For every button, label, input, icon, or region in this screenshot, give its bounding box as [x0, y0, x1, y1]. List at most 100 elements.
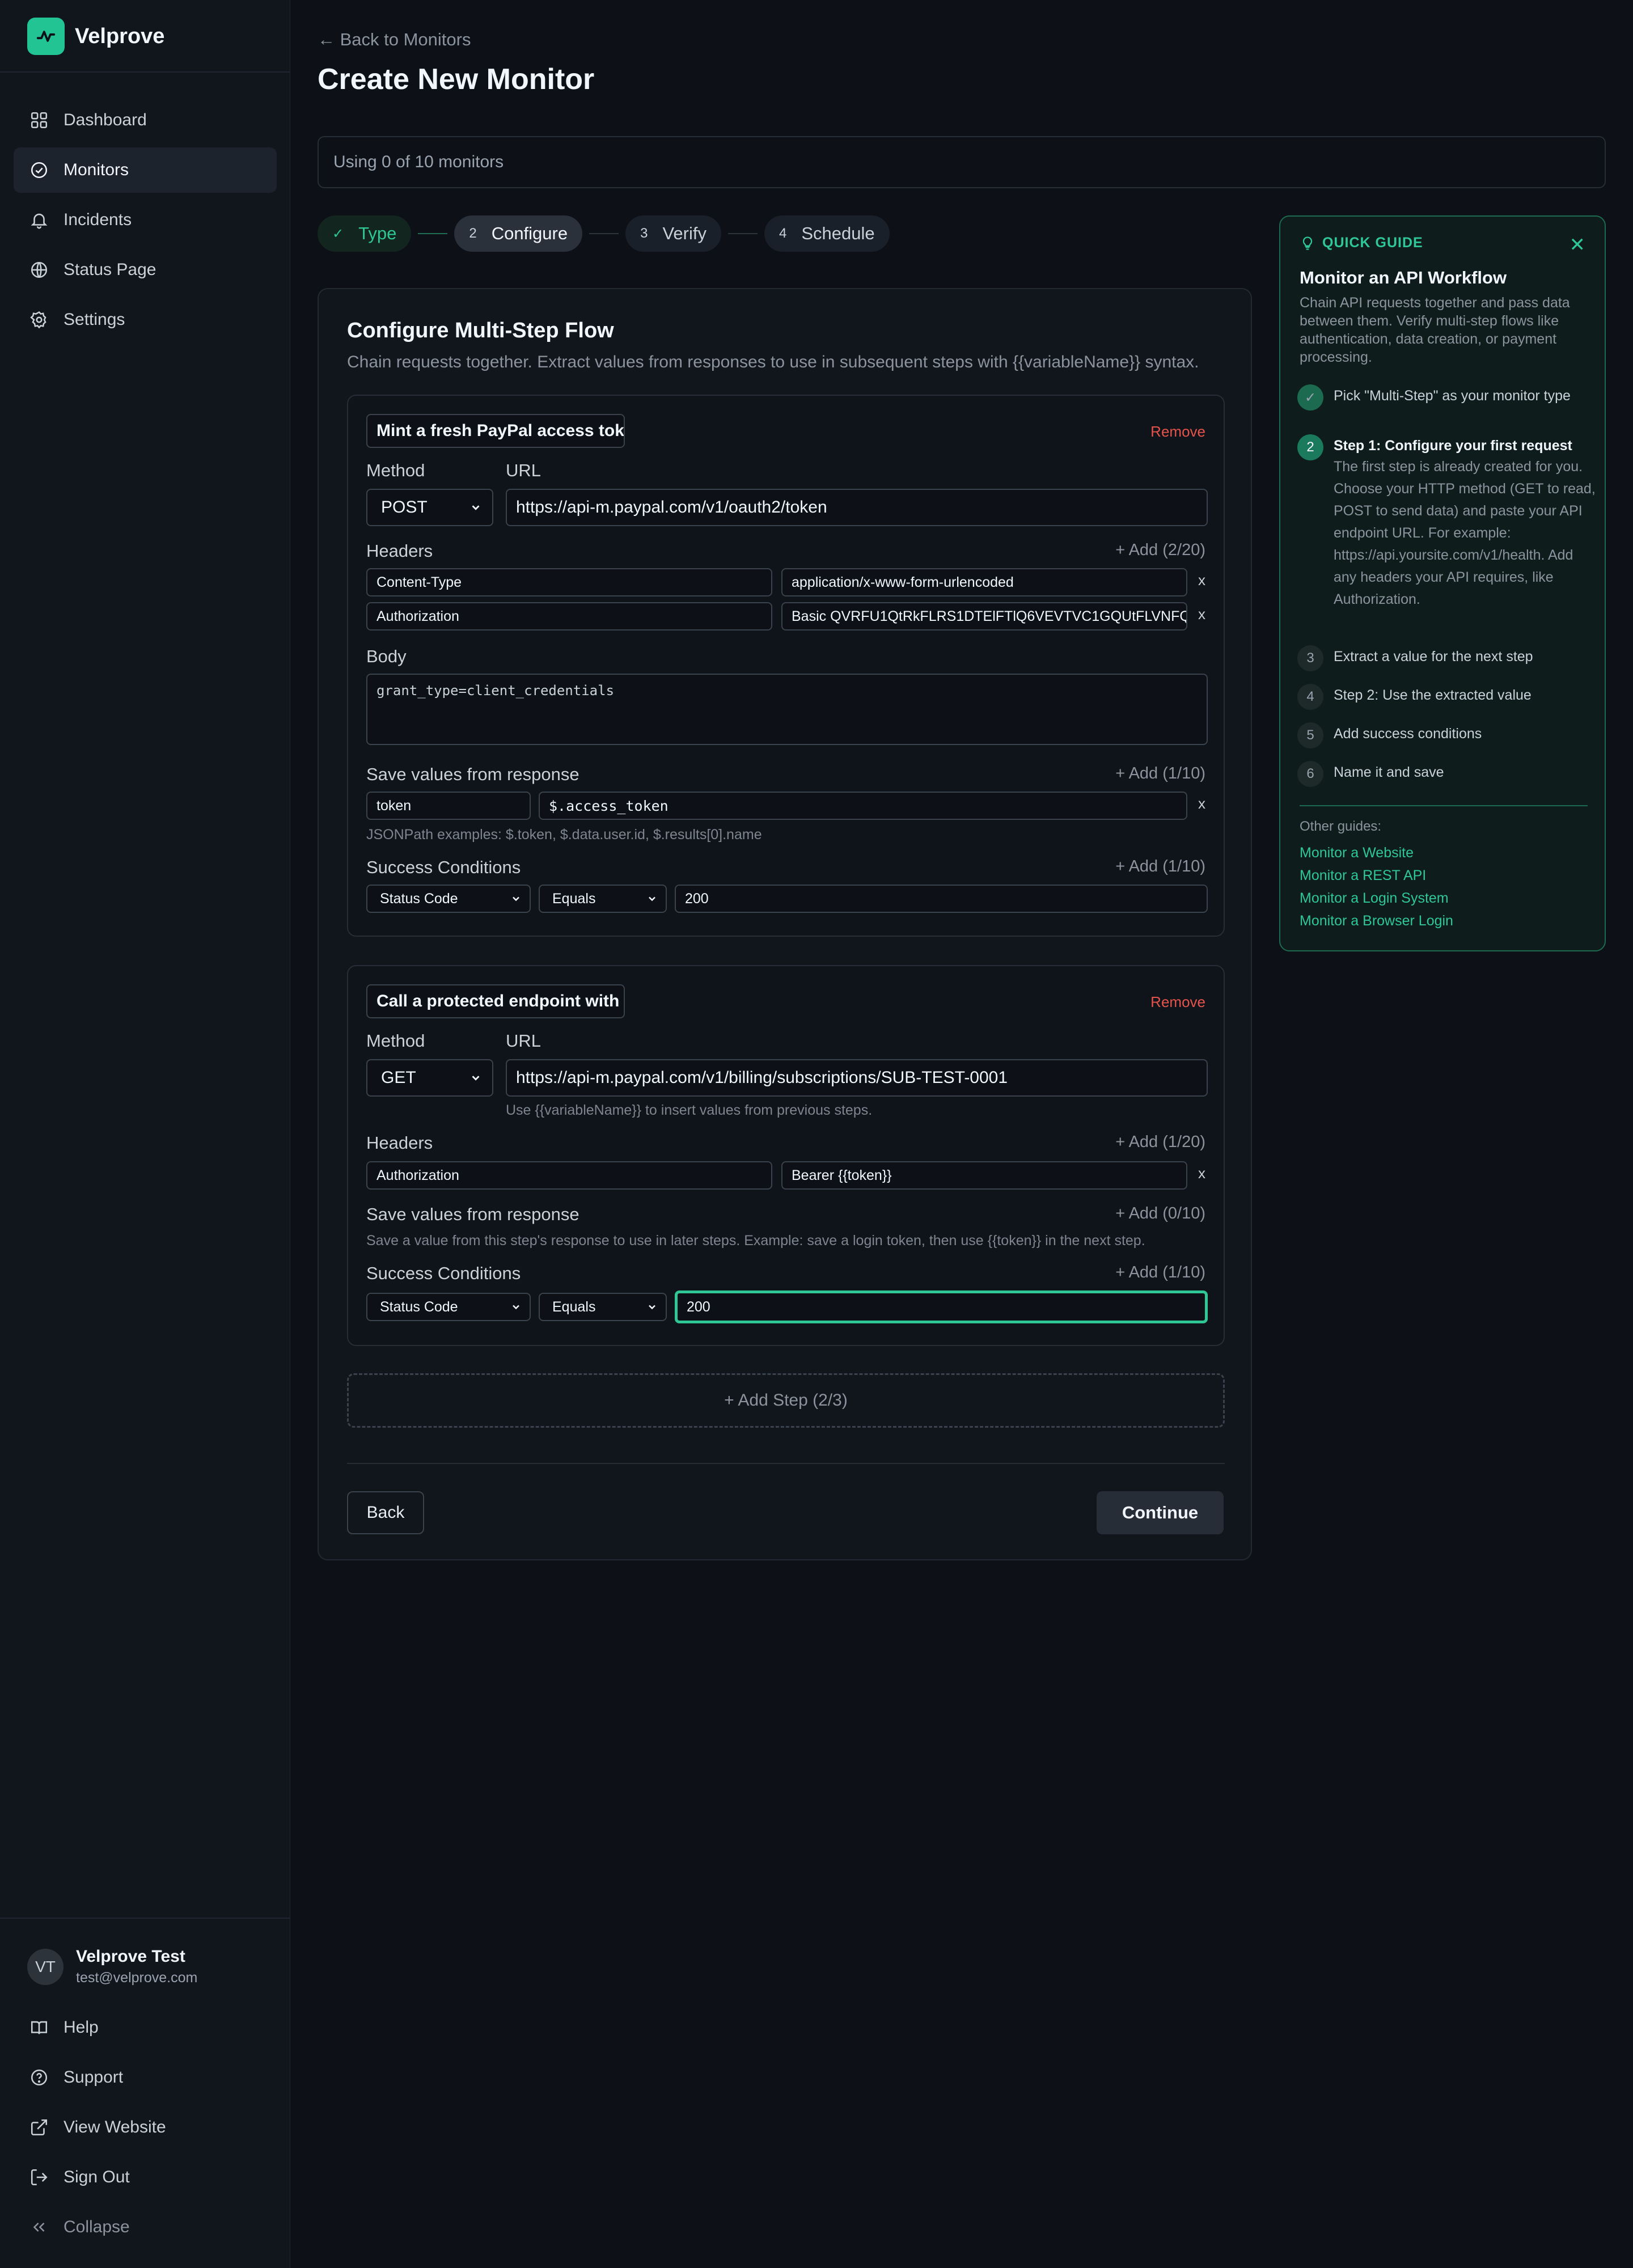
condition-operator-select[interactable]: Equals — [539, 885, 667, 913]
guide-step-number: 5 — [1297, 722, 1323, 748]
remove-step-button[interactable]: Remove — [1150, 423, 1205, 441]
wizard-step-type[interactable]: ✓ Type — [318, 215, 412, 252]
guide-step-5: 5 Add success conditions — [1297, 722, 1598, 748]
sidebar-item-help[interactable]: Help — [14, 2005, 277, 2050]
chevron-down-icon — [649, 1305, 655, 1310]
condition-field-select[interactable]: Status Code — [366, 1293, 531, 1321]
method-select[interactable]: GET — [366, 1059, 493, 1097]
body-textarea[interactable]: grant_type=client_credentials — [366, 674, 1208, 745]
save-variable-name-input[interactable]: token — [366, 792, 531, 820]
method-select[interactable]: POST — [366, 489, 493, 526]
url-label: URL — [506, 1031, 541, 1051]
sidebar-item-status-page[interactable]: Status Page — [14, 247, 277, 293]
add-step-button[interactable]: + Add Step (2/3) — [347, 1373, 1225, 1428]
guide-description: Chain API requests together and pass dat… — [1300, 295, 1570, 365]
user-email: test@velprove.com — [76, 1970, 198, 1986]
sidebar-item-settings[interactable]: Settings — [14, 297, 277, 342]
remove-header-button[interactable]: x — [1198, 606, 1205, 623]
sidebar-item-sign-out[interactable]: Sign Out — [14, 2155, 277, 2200]
user-name: Velprove Test — [76, 1947, 185, 1966]
remove-header-button[interactable]: x — [1198, 572, 1205, 589]
condition-field-select[interactable]: Status Code — [366, 885, 531, 913]
guide-step-4: 4 Step 2: Use the extracted value — [1297, 684, 1598, 710]
check-icon: ✓ — [1297, 384, 1323, 411]
back-button[interactable]: Back — [347, 1491, 424, 1534]
sidebar-item-support[interactable]: Support — [14, 2055, 277, 2100]
monitor-check-icon — [31, 162, 48, 179]
sidebar-item-dashboard[interactable]: Dashboard — [14, 98, 277, 143]
wizard-step-configure[interactable]: 2 Configure — [454, 215, 583, 252]
wizard-step-schedule[interactable]: 4 Schedule — [764, 215, 890, 252]
remove-step-button[interactable]: Remove — [1150, 993, 1205, 1011]
guide-link-rest-api[interactable]: Monitor a REST API — [1300, 868, 1426, 884]
chevron-down-icon — [472, 1076, 480, 1081]
add-header-button[interactable]: + Add (2/20) — [1115, 541, 1205, 560]
condition-value-input[interactable]: 200 — [675, 885, 1208, 913]
page-title: Create New Monitor — [318, 63, 595, 96]
sidebar-item-label: Monitors — [64, 160, 129, 179]
add-save-value-button[interactable]: + Add (1/10) — [1115, 764, 1205, 783]
external-link-icon — [31, 2119, 48, 2136]
brand[interactable]: Velprove — [27, 18, 165, 55]
add-save-value-button[interactable]: + Add (0/10) — [1115, 1204, 1205, 1223]
header-key-input[interactable]: Authorization — [366, 1161, 772, 1190]
guide-step-number: 6 — [1297, 761, 1323, 787]
wizard-step-number: 4 — [779, 226, 787, 241]
url-input[interactable]: https://api-m.paypal.com/v1/billing/subs… — [506, 1059, 1208, 1097]
save-jsonpath-input[interactable]: $.access_token — [539, 792, 1187, 820]
guide-link-website[interactable]: Monitor a Website — [1300, 845, 1414, 861]
sidebar-item-label: Collapse — [64, 2218, 130, 2236]
usage-text: Using 0 of 10 monitors — [333, 153, 504, 171]
wizard-step-number: 2 — [469, 226, 477, 241]
guide-link-browser-login[interactable]: Monitor a Browser Login — [1300, 913, 1453, 929]
stepper-connector — [418, 233, 448, 234]
guide-link-login-system[interactable]: Monitor a Login System — [1300, 890, 1449, 907]
sidebar-item-view-website[interactable]: View Website — [14, 2105, 277, 2150]
continue-button[interactable]: Continue — [1097, 1491, 1224, 1534]
dashboard-icon — [31, 112, 48, 129]
sidebar-item-incidents[interactable]: Incidents — [14, 197, 277, 243]
wizard-step-label: Configure — [491, 223, 568, 243]
close-icon[interactable]: ✕ — [1569, 234, 1586, 256]
card-divider — [347, 1463, 1225, 1464]
header-value-input[interactable]: Basic QVRFU1QtRkFLRS1DTElFTlQ6VEVTVC1GQU… — [781, 602, 1187, 631]
request-step-2: Call a protected endpoint with the token… — [347, 965, 1225, 1346]
add-header-button[interactable]: + Add (1/20) — [1115, 1133, 1205, 1152]
guide-step-3: 3 Extract a value for the next step — [1297, 645, 1598, 671]
wizard-step-label: Verify — [662, 223, 706, 243]
wizard-stepper: ✓ Type 2 Configure 3 Verify 4 Schedule — [318, 215, 890, 252]
sign-out-icon — [31, 2169, 48, 2186]
url-input[interactable]: https://api-m.paypal.com/v1/oauth2/token — [506, 489, 1208, 526]
guide-step-detail: The first step is already created for yo… — [1334, 459, 1596, 607]
step-name-input[interactable]: Mint a fresh PayPal access token — [366, 414, 625, 448]
sidebar-nav: Dashboard Monitors Incidents Status Page… — [14, 98, 277, 347]
avatar: VT — [27, 1948, 64, 1985]
condition-value-input[interactable]: 200 — [675, 1290, 1208, 1323]
guide-step-6: 6 Name it and save — [1297, 761, 1598, 787]
remove-header-button[interactable]: x — [1198, 1165, 1205, 1182]
sidebar-bottom-nav: Help Support View Website Sign Out Colla… — [14, 2005, 277, 2254]
header-key-input[interactable]: Content-Type — [366, 568, 772, 596]
add-condition-button[interactable]: + Add (1/10) — [1115, 857, 1205, 876]
wizard-step-verify[interactable]: 3 Verify — [625, 215, 721, 252]
header-value-input[interactable]: application/x-www-form-urlencoded — [781, 568, 1187, 596]
save-values-hint: Save a value from this step's response t… — [366, 1233, 1145, 1249]
sidebar-item-label: Support — [64, 2068, 124, 2087]
save-values-label: Save values from response — [366, 764, 579, 784]
lightbulb-icon — [1302, 236, 1313, 250]
condition-operator-select[interactable]: Equals — [539, 1293, 667, 1321]
sidebar-divider — [0, 71, 290, 73]
step-name-input[interactable]: Call a protected endpoint with the token — [366, 984, 625, 1018]
remove-save-value-button[interactable]: x — [1198, 795, 1205, 813]
url-label: URL — [506, 460, 541, 480]
sidebar-item-collapse[interactable]: Collapse — [14, 2204, 277, 2250]
add-condition-button[interactable]: + Add (1/10) — [1115, 1263, 1205, 1282]
header-value-input[interactable]: Bearer {{token}} — [781, 1161, 1187, 1190]
header-key-input[interactable]: Authorization — [366, 602, 772, 631]
brand-name: Velprove — [75, 24, 165, 48]
user-profile[interactable]: VT Velprove Test test@velprove.com — [27, 1947, 197, 1986]
sidebar-item-label: Status Page — [64, 260, 156, 279]
sidebar-item-monitors[interactable]: Monitors — [14, 147, 277, 193]
guide-divider — [1300, 805, 1588, 806]
back-to-monitors-link[interactable]: ← Back to Monitors — [318, 29, 471, 50]
